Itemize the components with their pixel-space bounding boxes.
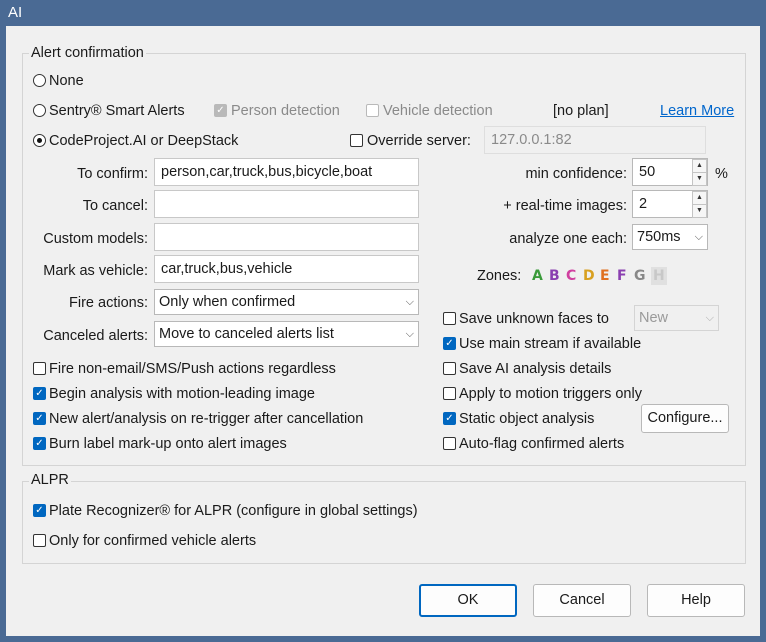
canceled-alerts-value: Move to canceled alerts list	[159, 326, 334, 342]
analyze-one-each-label: analyze one each:	[509, 231, 627, 247]
analyze-one-each-value: 750ms	[637, 229, 681, 245]
use-main-stream-label: Use main stream if available	[459, 336, 642, 352]
min-confidence-unit: %	[715, 166, 728, 182]
static-object-label: Static object analysis	[459, 411, 595, 427]
chevron-down-icon: ⌵	[405, 296, 414, 308]
alpr-label: ALPR	[29, 472, 71, 488]
window-titlebar: AI	[0, 0, 766, 26]
radio-none[interactable]	[33, 74, 46, 87]
window-title: AI	[8, 4, 23, 21]
radio-codeproject-label: CodeProject.AI or DeepStack	[49, 133, 239, 149]
zone-h-toggle[interactable]: H	[651, 267, 667, 285]
burn-label-label: Burn label mark-up onto alert images	[49, 436, 287, 452]
mark-as-vehicle-label: Mark as vehicle:	[43, 263, 148, 279]
apply-to-motion-checkbox[interactable]	[443, 387, 456, 400]
static-object-checkbox[interactable]: ✓	[443, 412, 456, 425]
zone-b-toggle[interactable]: B	[549, 267, 560, 285]
new-alert-retrigger-label: New alert/analysis on re-trigger after c…	[49, 411, 364, 427]
begin-analysis-checkbox[interactable]: ✓	[33, 387, 46, 400]
use-main-stream-checkbox[interactable]: ✓	[443, 337, 456, 350]
fire-actions-value: Only when confirmed	[159, 294, 296, 310]
plate-recognizer-label: Plate Recognizer® for ALPR (configure in…	[49, 503, 418, 519]
window-border-left	[0, 26, 6, 642]
zones-row: ABCDEFGH	[532, 267, 672, 285]
override-server-input[interactable]: 127.0.0.1:82	[484, 126, 706, 154]
save-unknown-faces-label: Save unknown faces to	[459, 311, 609, 327]
realtime-images-spinner[interactable]: 2 ▲ ▼	[632, 190, 708, 218]
save-ai-details-label: Save AI analysis details	[459, 361, 612, 377]
zone-g-toggle[interactable]: G	[634, 267, 646, 285]
configure-button[interactable]: Configure...	[641, 404, 729, 433]
radio-codeproject[interactable]	[33, 134, 46, 147]
mark-as-vehicle-input[interactable]: car,truck,bus,vehicle	[154, 255, 419, 283]
alert-confirmation-label: Alert confirmation	[29, 45, 146, 61]
radio-none-label: None	[49, 73, 84, 89]
new-alert-retrigger-checkbox[interactable]: ✓	[33, 412, 46, 425]
to-confirm-input[interactable]: person,car,truck,bus,bicycle,boat	[154, 158, 419, 186]
zone-c-toggle[interactable]: C	[566, 267, 576, 285]
min-confidence-value: 50	[639, 164, 656, 180]
alpr-group	[22, 481, 746, 564]
fire-actions-select[interactable]: Only when confirmed ⌵	[154, 289, 419, 315]
save-unknown-faces-checkbox[interactable]	[443, 312, 456, 325]
zone-d-toggle[interactable]: D	[583, 267, 595, 285]
begin-analysis-label: Begin analysis with motion-leading image	[49, 386, 315, 402]
chevron-down-icon: ⌵	[405, 328, 414, 340]
learn-more-link[interactable]: Learn More	[660, 102, 734, 120]
spin-down-icon[interactable]: ▼	[692, 204, 707, 218]
zone-e-toggle[interactable]: E	[600, 267, 610, 285]
vehicle-detection-checkbox[interactable]	[366, 104, 379, 117]
custom-models-input[interactable]	[154, 223, 419, 251]
burn-label-checkbox[interactable]: ✓	[33, 437, 46, 450]
window-border-right	[760, 26, 766, 642]
vehicle-detection-label: Vehicle detection	[383, 103, 493, 119]
only-confirmed-vehicle-label: Only for confirmed vehicle alerts	[49, 533, 257, 549]
to-cancel-label: To cancel:	[82, 198, 148, 214]
zones-label: Zones:	[477, 268, 522, 284]
person-detection-checkbox[interactable]: ✓	[214, 104, 227, 117]
save-ai-details-checkbox[interactable]	[443, 362, 456, 375]
override-server-label: Override server:	[367, 133, 471, 149]
spin-up-icon[interactable]: ▲	[692, 191, 707, 205]
realtime-images-label: + real-time images:	[503, 198, 627, 214]
override-server-checkbox[interactable]	[350, 134, 363, 147]
chevron-down-icon: ⌵	[694, 231, 703, 243]
analyze-one-each-select[interactable]: 750ms ⌵	[632, 224, 708, 250]
realtime-images-value: 2	[639, 196, 648, 212]
chevron-down-icon: ⌵	[705, 312, 714, 324]
window-border-bottom	[0, 636, 766, 642]
canceled-alerts-select[interactable]: Move to canceled alerts list ⌵	[154, 321, 419, 347]
to-cancel-input[interactable]	[154, 190, 419, 218]
plan-status: [no plan]	[553, 103, 609, 119]
canceled-alerts-label: Canceled alerts:	[43, 328, 148, 344]
spin-down-icon[interactable]: ▼	[692, 172, 707, 186]
apply-to-motion-label: Apply to motion triggers only	[459, 386, 642, 402]
spin-up-icon[interactable]: ▲	[692, 159, 707, 173]
min-confidence-label: min confidence:	[525, 166, 627, 182]
help-button[interactable]: Help	[647, 584, 745, 617]
cancel-button[interactable]: Cancel	[533, 584, 631, 617]
faces-folder-value: New	[639, 310, 669, 326]
person-detection-label: Person detection	[231, 103, 340, 119]
fire-actions-label: Fire actions:	[69, 295, 148, 311]
plate-recognizer-checkbox[interactable]: ✓	[33, 504, 46, 517]
fire-non-email-checkbox[interactable]	[33, 362, 46, 375]
auto-flag-label: Auto-flag confirmed alerts	[459, 436, 625, 452]
zone-a-toggle[interactable]: A	[532, 267, 543, 285]
auto-flag-checkbox[interactable]	[443, 437, 456, 450]
min-confidence-spinner[interactable]: 50 ▲ ▼	[632, 158, 708, 186]
radio-sentry[interactable]	[33, 104, 46, 117]
to-confirm-label: To confirm:	[77, 166, 148, 182]
custom-models-label: Custom models:	[43, 231, 148, 247]
ok-button[interactable]: OK	[419, 584, 517, 617]
only-confirmed-vehicle-checkbox[interactable]	[33, 534, 46, 547]
fire-non-email-label: Fire non-email/SMS/Push actions regardle…	[49, 361, 336, 377]
faces-folder-select[interactable]: New ⌵	[634, 305, 719, 331]
radio-sentry-label: Sentry® Smart Alerts	[49, 103, 185, 119]
zone-f-toggle[interactable]: F	[617, 267, 627, 285]
